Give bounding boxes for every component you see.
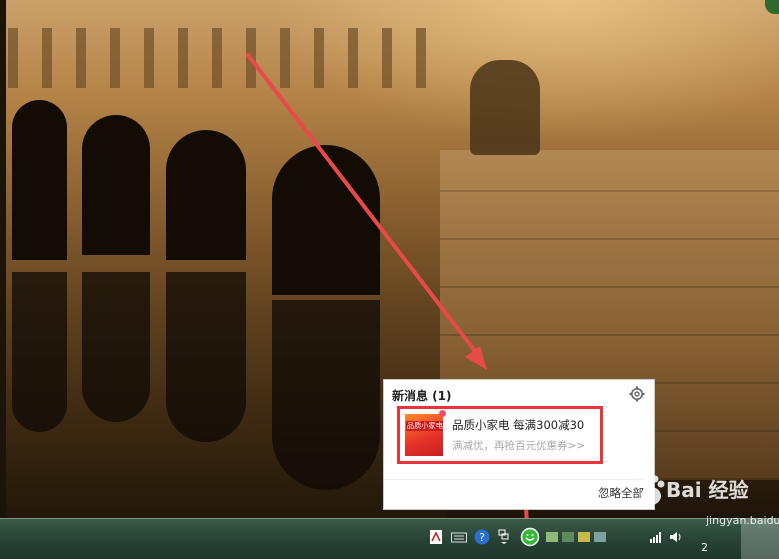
arch-reflection xyxy=(12,272,67,432)
help-icon[interactable]: ? xyxy=(474,529,490,545)
notification-item[interactable]: 品质小家电 品质小家电 每满300减30 满减优，再抢百元优惠券>> xyxy=(397,406,603,464)
thumbnail-label: 品质小家电 xyxy=(406,421,443,431)
arch-reflection xyxy=(272,300,380,490)
bridge-arch xyxy=(166,130,246,260)
settings-gear-icon[interactable] xyxy=(629,386,645,402)
baidu-paw-icon xyxy=(638,475,665,505)
message-title: 品质小家电 每满300减30 xyxy=(452,418,585,432)
promo-thumbnail: 品质小家电 xyxy=(405,414,443,456)
popup-header: 新消息 (1) xyxy=(392,389,452,403)
unread-dot xyxy=(439,410,446,417)
pdf-icon[interactable] xyxy=(428,529,444,545)
watermark-brand: Bai 经验 xyxy=(666,478,749,502)
keyboard-icon[interactable] xyxy=(451,529,467,545)
app-tray-icon[interactable] xyxy=(520,527,540,547)
bridge-balustrade xyxy=(8,28,438,88)
message-subtitle-link[interactable]: 满减优，再抢百元优惠券>> xyxy=(452,438,585,453)
bridge-arch xyxy=(272,145,380,295)
bridge-arch xyxy=(12,100,67,260)
blurred-tray-icons xyxy=(546,529,606,545)
svg-text:?: ? xyxy=(479,531,485,544)
watermark-url: jingyan.baidu.com xyxy=(706,514,779,527)
stone-lion xyxy=(470,60,540,155)
arch-reflection xyxy=(82,272,150,422)
bridge-arch xyxy=(82,115,150,255)
baidu-watermark: Bai 经验 jingyan.baidu.com xyxy=(614,474,779,544)
network-icon[interactable] xyxy=(496,529,512,545)
arch-reflection xyxy=(166,272,246,442)
